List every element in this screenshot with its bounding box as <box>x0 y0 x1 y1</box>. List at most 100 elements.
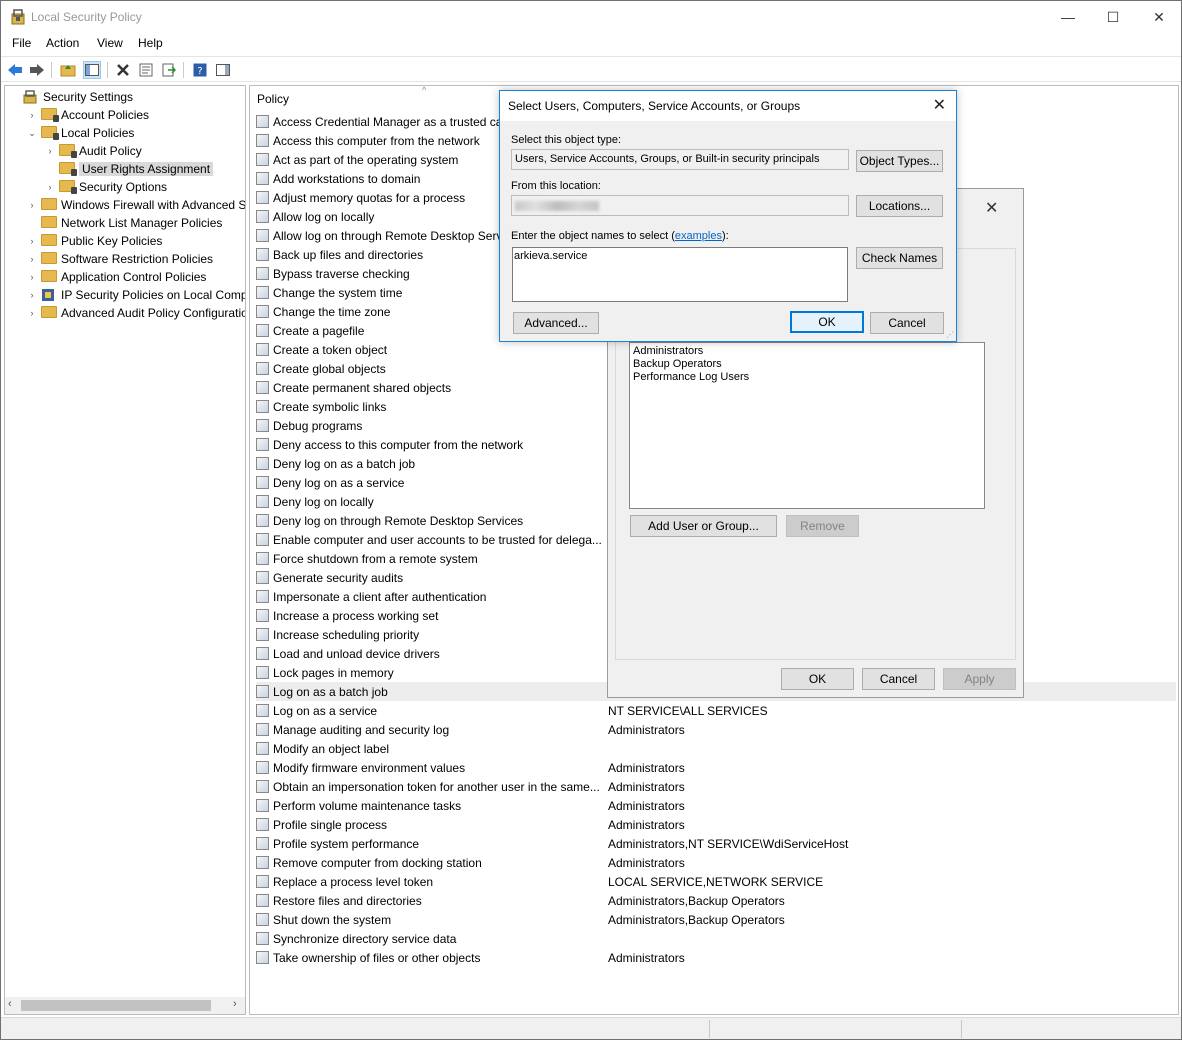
export-list-icon[interactable] <box>160 61 178 79</box>
column-policy[interactable]: Policy <box>257 92 289 106</box>
tree-item[interactable]: › Security Options <box>45 178 167 196</box>
properties-close-button[interactable]: ✕ <box>985 198 998 218</box>
policy-setting-icon <box>256 191 269 204</box>
policy-setting-icon <box>256 229 269 242</box>
tree-item[interactable]: › Public Key Policies <box>27 232 162 250</box>
advanced-button[interactable]: Advanced... <box>513 312 599 334</box>
members-list[interactable]: Administrators Backup Operators Performa… <box>629 342 985 509</box>
tree-item-label: Security Options <box>79 180 168 194</box>
expand-arrow-icon[interactable]: › <box>27 200 37 210</box>
expand-arrow-icon[interactable]: › <box>27 290 37 300</box>
policy-row[interactable]: Obtain an impersonation token for anothe… <box>256 777 1176 796</box>
examples-link[interactable]: examples <box>675 230 722 242</box>
expand-arrow-icon[interactable]: › <box>45 182 55 192</box>
policy-row[interactable]: Replace a process level token LOCAL SERVI… <box>256 872 1176 891</box>
policy-name: Modify firmware environment values <box>273 760 466 775</box>
locations-button[interactable]: Locations... <box>856 195 943 217</box>
scroll-left-icon[interactable]: ‹ <box>8 998 12 1010</box>
tree-item[interactable]: User Rights Assignment <box>45 160 214 178</box>
policy-name: Force shutdown from a remote system <box>273 551 478 566</box>
tree-item[interactable]: › Account Policies <box>27 106 149 124</box>
policy-name: Create symbolic links <box>273 399 387 414</box>
policy-name: Increase scheduling priority <box>273 627 420 642</box>
tree-item[interactable]: › Application Control Policies <box>27 268 206 286</box>
tree-item[interactable]: Network List Manager Policies <box>27 214 222 232</box>
tree-pane[interactable]: Security Settings › Account Policies ⌄ Local… <box>4 85 246 1015</box>
close-button[interactable]: ✕ <box>1136 1 1182 33</box>
menu-file[interactable]: File <box>12 36 31 50</box>
policy-row[interactable]: Profile system performance Administrators… <box>256 834 1176 853</box>
policy-row[interactable]: Profile single process Administrators <box>256 815 1176 834</box>
select-ok-button[interactable]: OK <box>790 311 864 333</box>
member-item[interactable]: Administrators <box>633 345 981 358</box>
policy-row[interactable]: Synchronize directory service data <box>256 929 1176 948</box>
up-folder-icon[interactable] <box>59 61 77 79</box>
expand-arrow-icon[interactable]: › <box>27 254 37 264</box>
policy-name: Deny access to this computer from the ne… <box>273 437 524 452</box>
properties-ok-button[interactable]: OK <box>781 668 854 690</box>
expand-arrow-icon[interactable]: › <box>27 308 37 318</box>
tree-item[interactable]: ⌄ Local Policies <box>27 124 134 142</box>
tree-item[interactable]: › IP Security Policies on Local Compute <box>27 286 246 304</box>
expand-arrow-icon[interactable]: › <box>45 146 55 156</box>
scrollbar-thumb[interactable] <box>21 1000 211 1011</box>
select-dialog-close-button[interactable]: ✕ <box>933 95 946 115</box>
member-item[interactable]: Backup Operators <box>633 358 981 371</box>
policy-row[interactable]: Shut down the system Administrators,Backu… <box>256 910 1176 929</box>
menu-view[interactable]: View <box>97 36 123 50</box>
menu-action[interactable]: Action <box>46 36 79 50</box>
expand-arrow-icon[interactable]: › <box>27 272 37 282</box>
toolbar: ? <box>1 56 1181 82</box>
policy-setting-icon <box>256 609 269 622</box>
scroll-right-icon[interactable]: › <box>233 998 237 1010</box>
tree-item[interactable]: Security Settings <box>9 88 133 106</box>
tree-item[interactable]: › Windows Firewall with Advanced Secu <box>27 196 245 214</box>
properties-cancel-button[interactable]: Cancel <box>862 668 935 690</box>
policy-row[interactable]: Log on as a service NT SERVICE\ALL SERVIC… <box>256 701 1176 720</box>
security-settings-icon <box>23 90 39 104</box>
security-setting: Administrators,Backup Operators <box>608 912 785 927</box>
resize-grip-icon[interactable]: ⋰ <box>946 330 954 339</box>
maximize-button[interactable]: ☐ <box>1090 1 1136 33</box>
policy-row[interactable]: Perform volume maintenance tasks Administ… <box>256 796 1176 815</box>
policy-row[interactable]: Modify firmware environment values Admini… <box>256 758 1176 777</box>
policy-setting-icon <box>256 628 269 641</box>
expand-arrow-icon[interactable]: › <box>27 110 37 120</box>
policy-row[interactable]: Restore files and directories Administrat… <box>256 891 1176 910</box>
tree-item[interactable]: › Advanced Audit Policy Configuration <box>27 304 245 322</box>
show-hide-tree-icon[interactable] <box>83 61 101 79</box>
member-item[interactable]: Performance Log Users <box>633 371 981 384</box>
security-setting: Administrators <box>608 760 685 775</box>
check-names-button[interactable]: Check Names <box>856 247 943 269</box>
policy-name: Log on as a batch job <box>273 684 388 699</box>
policy-row[interactable]: Manage auditing and security log Administ… <box>256 720 1176 739</box>
minimize-button[interactable]: — <box>1045 1 1091 33</box>
help-icon[interactable]: ? <box>191 61 209 79</box>
menu-help[interactable]: Help <box>138 36 163 50</box>
policy-row[interactable]: Take ownership of files or other objects… <box>256 948 1176 967</box>
policy-row[interactable]: Remove computer from docking station Admi… <box>256 853 1176 872</box>
back-arrow-icon[interactable] <box>6 61 24 79</box>
expand-arrow-icon[interactable]: ⌄ <box>27 128 37 139</box>
folder-icon <box>41 126 59 140</box>
properties-apply-button[interactable]: Apply <box>943 668 1016 690</box>
delete-icon[interactable] <box>114 61 132 79</box>
action-pane-icon[interactable] <box>214 61 232 79</box>
expand-arrow-icon[interactable]: › <box>27 236 37 246</box>
object-types-button[interactable]: Object Types... <box>856 150 943 172</box>
properties-icon[interactable] <box>137 61 155 79</box>
status-bar <box>1 1017 1181 1039</box>
remove-button[interactable]: Remove <box>786 515 859 537</box>
policy-name: Profile system performance <box>273 836 420 851</box>
policy-name: Deny log on locally <box>273 494 374 509</box>
policy-row[interactable]: Modify an object label <box>256 739 1176 758</box>
add-user-or-group-button[interactable]: Add User or Group... <box>630 515 777 537</box>
select-cancel-button[interactable]: Cancel <box>870 312 944 334</box>
forward-arrow-icon[interactable] <box>28 61 46 79</box>
tree-item[interactable]: › Software Restriction Policies <box>27 250 213 268</box>
tree-item[interactable]: › Audit Policy <box>45 142 142 160</box>
ipsec-icon <box>41 288 57 302</box>
tree-horizontal-scrollbar[interactable]: ‹ › <box>5 997 245 1014</box>
object-names-input[interactable]: arkieva.service <box>512 247 848 302</box>
policy-setting-icon <box>256 286 269 299</box>
